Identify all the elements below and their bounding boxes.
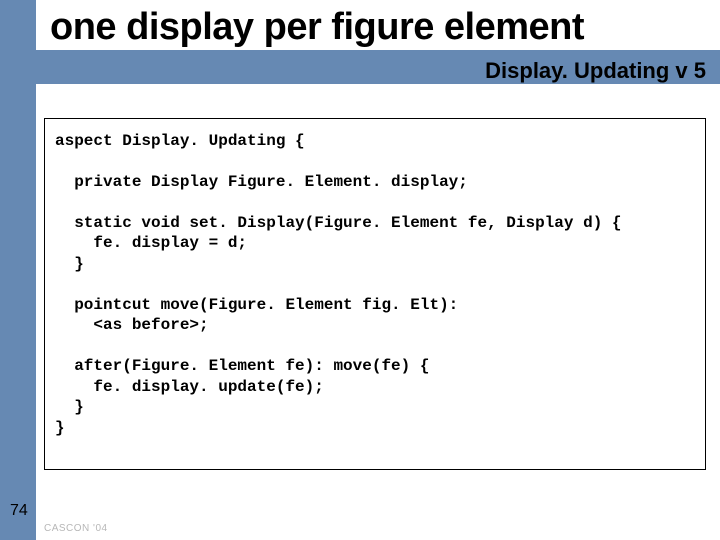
code-line: <as before>; xyxy=(55,316,209,334)
slide-subtitle: Display. Updating v 5 xyxy=(485,58,706,84)
code-line: } xyxy=(55,398,84,416)
code-line: pointcut move(Figure. Element fig. Elt): xyxy=(55,296,458,314)
code-line: static void set. Display(Figure. Element… xyxy=(55,214,622,232)
code-line: } xyxy=(55,255,84,273)
code-line: after(Figure. Element fe): move(fe) { xyxy=(55,357,429,375)
code-line: } xyxy=(55,419,65,437)
page-number: 74 xyxy=(10,502,28,520)
sidebar-accent xyxy=(0,0,36,540)
code-line: fe. display = d; xyxy=(55,234,247,252)
footer-conference: CASCON '04 xyxy=(44,523,108,534)
slide: one display per figure element Display. … xyxy=(0,0,720,540)
code-line: private Display Figure. Element. display… xyxy=(55,173,468,191)
code-content: aspect Display. Updating { private Displ… xyxy=(55,131,695,438)
slide-title: one display per figure element xyxy=(50,6,584,49)
code-line: fe. display. update(fe); xyxy=(55,378,324,396)
code-box: aspect Display. Updating { private Displ… xyxy=(44,118,706,470)
code-line: aspect Display. Updating { xyxy=(55,132,305,150)
